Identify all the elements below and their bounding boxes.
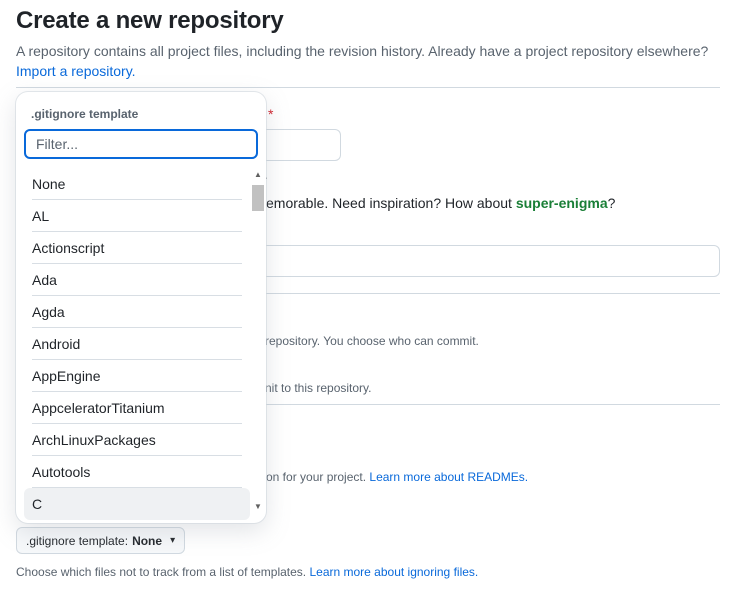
- gitignore-button-value: None: [132, 533, 163, 548]
- dropdown-header: .gitignore template: [31, 107, 139, 121]
- name-suggestion-link[interactable]: super-enigma: [516, 195, 608, 211]
- divider-top: [16, 87, 720, 88]
- public-description: repository. You choose who can commit.: [265, 334, 479, 348]
- readme-learn-more-link[interactable]: Learn more about READMEs.: [369, 470, 528, 484]
- list-item[interactable]: Android: [24, 328, 250, 360]
- readme-text: on for your project.: [266, 470, 370, 484]
- list-item[interactable]: Autotools: [24, 456, 250, 488]
- list-item[interactable]: ArchLinuxPackages: [24, 424, 250, 456]
- list-item[interactable]: AppceleratorTitanium: [24, 392, 250, 424]
- scrollbar-thumb[interactable]: [252, 185, 264, 211]
- scroll-down-icon[interactable]: ▼: [253, 502, 263, 512]
- ignoring-files-link[interactable]: Learn more about ignoring files.: [309, 565, 478, 579]
- name-hint-suffix: ?: [607, 195, 616, 211]
- name-hint-prefix: emorable. Need inspiration? How about: [266, 195, 516, 211]
- readme-description: on for your project. Learn more about RE…: [266, 470, 528, 484]
- list-item[interactable]: AL: [24, 200, 250, 232]
- subtitle-text: A repository contains all project files,…: [16, 43, 709, 59]
- list-item[interactable]: Ada: [24, 264, 250, 296]
- required-star: *: [268, 106, 274, 122]
- list-item-hovered[interactable]: C: [24, 488, 250, 520]
- list-item[interactable]: AppEngine: [24, 360, 250, 392]
- list-item[interactable]: Actionscript: [24, 232, 250, 264]
- name-suggestion-text: emorable. Need inspiration? How about su…: [266, 195, 615, 211]
- gitignore-template-button[interactable]: .gitignore template: None ▾: [16, 527, 186, 554]
- gitignore-help-text: Choose which files not to track from a l…: [16, 565, 310, 579]
- list-item[interactable]: None: [24, 168, 250, 200]
- list-item[interactable]: Agda: [24, 296, 250, 328]
- scroll-up-icon[interactable]: ▲: [253, 170, 263, 180]
- gitignore-button-label: .gitignore template:: [26, 533, 129, 548]
- dropdown-scrollbar[interactable]: ▲ ▼: [251, 168, 265, 514]
- import-repository-link[interactable]: Import a repository.: [16, 61, 721, 81]
- page-title: Create a new repository: [16, 7, 284, 34]
- divider-init: [266, 404, 720, 405]
- page-subtitle: A repository contains all project files,…: [16, 41, 721, 81]
- filter-input[interactable]: [24, 129, 258, 159]
- caret-down-icon: ▾: [170, 535, 176, 546]
- gitignore-help: Choose which files not to track from a l…: [16, 565, 478, 579]
- private-description: nit to this repository.: [265, 381, 372, 395]
- template-list: None AL Actionscript Ada Agda Android Ap…: [24, 168, 250, 520]
- gitignore-dropdown: .gitignore template None AL Actionscript…: [16, 92, 266, 523]
- description-input[interactable]: [240, 245, 720, 277]
- divider-visibility: [266, 293, 720, 294]
